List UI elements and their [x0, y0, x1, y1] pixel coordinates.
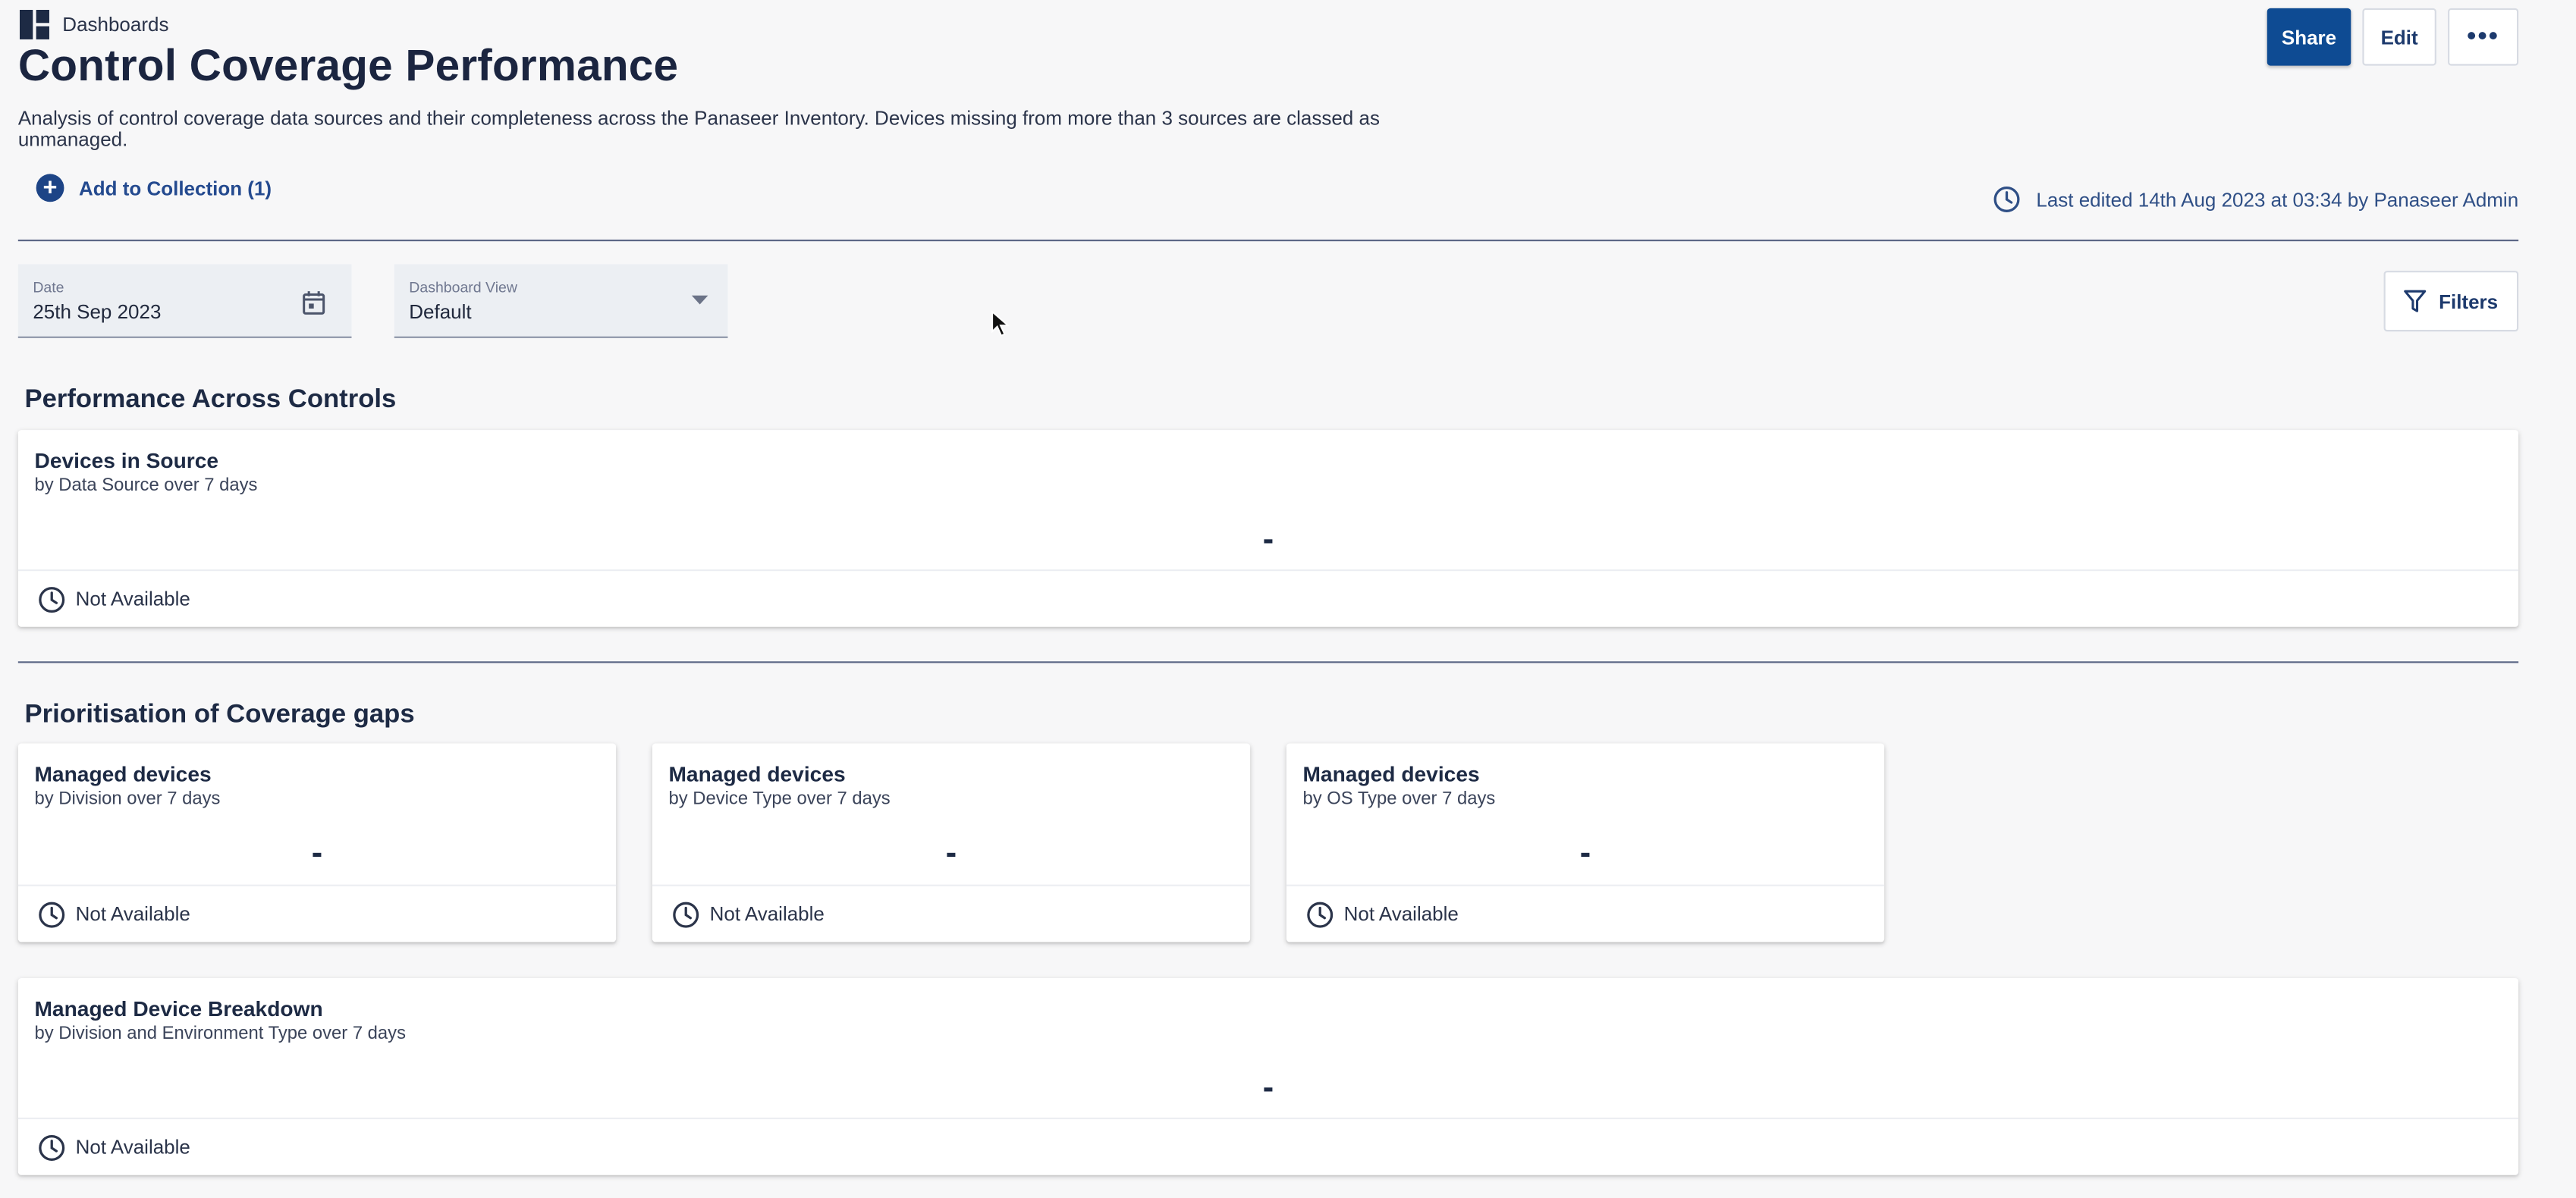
widget-subtitle: by Data Source over 7 days — [34, 475, 258, 496]
share-button[interactable]: Share — [2267, 8, 2351, 66]
filters-button[interactable]: Filters — [2383, 271, 2519, 332]
section-divider — [17, 661, 2519, 663]
widget-subtitle: by Device Type over 7 days — [668, 789, 891, 810]
clock-icon — [1307, 901, 1334, 927]
widget-title: Managed Device Breakdown — [34, 996, 323, 1021]
page-description: Analysis of control coverage data source… — [17, 106, 1380, 152]
widget-footer: Not Available — [652, 884, 1251, 942]
widget-managed-devices-device-type[interactable]: Managed devices by Device Type over 7 da… — [652, 743, 1251, 942]
widget-title: Managed devices — [1302, 761, 1480, 786]
widget-value: - — [1579, 835, 1591, 872]
clock-icon — [1994, 187, 2021, 212]
widget-title: Managed devices — [34, 761, 212, 786]
filters-label: Filters — [2439, 290, 2499, 313]
widget-subtitle: by Division and Environment Type over 7 … — [34, 1024, 407, 1044]
date-field-label: Date — [33, 278, 64, 296]
header-actions: Share Edit ••• — [2267, 8, 2519, 66]
clock-icon — [673, 901, 699, 927]
widget-managed-devices-os-type[interactable]: Managed devices by OS Type over 7 days -… — [1286, 743, 1885, 942]
widget-managed-devices-division[interactable]: Managed devices by Division over 7 days … — [17, 743, 617, 942]
widget-value: - — [945, 835, 957, 872]
calendar-icon[interactable] — [303, 290, 325, 315]
widget-status: Not Available — [75, 587, 190, 611]
page-title: Control Coverage Performance — [17, 41, 679, 91]
dashboard-icon — [19, 9, 49, 39]
widget-title: Managed devices — [668, 761, 846, 786]
clock-icon — [39, 1134, 65, 1160]
widget-value: - — [311, 835, 323, 872]
breadcrumb-label[interactable]: Dashboards — [62, 13, 168, 36]
filter-icon — [2405, 290, 2427, 312]
widget-status: Not Available — [75, 1135, 190, 1159]
add-to-collection-label: Add to Collection (1) — [78, 176, 272, 199]
dashboard-view-label: Dashboard View — [409, 278, 517, 296]
clock-icon — [39, 901, 65, 927]
widget-footer: Not Available — [17, 884, 617, 942]
plus-circle-icon: + — [36, 174, 64, 202]
widget-devices-in-source[interactable]: Devices in Source by Data Source over 7 … — [17, 430, 2519, 627]
widget-value: - — [1262, 522, 1274, 558]
section-title-prioritisation: Prioritisation of Coverage gaps — [24, 701, 415, 729]
widget-subtitle: by Division over 7 days — [34, 789, 221, 810]
widget-footer: Not Available — [1286, 884, 1885, 942]
widget-footer: Not Available — [17, 569, 2519, 627]
dashboard-view-value: Default — [409, 300, 472, 324]
edit-button[interactable]: Edit — [2362, 8, 2436, 66]
widget-title: Devices in Source — [34, 447, 219, 473]
clock-icon — [39, 586, 65, 612]
more-options-button[interactable]: ••• — [2448, 8, 2519, 66]
widget-managed-device-breakdown[interactable]: Managed Device Breakdown by Division and… — [17, 977, 2519, 1175]
widget-value: - — [1262, 1070, 1274, 1106]
last-edited: Last edited 14th Aug 2023 at 03:34 by Pa… — [1993, 186, 2518, 214]
date-field-value: 25th Sep 2023 — [33, 300, 162, 324]
widget-status: Not Available — [709, 902, 825, 926]
date-picker[interactable]: Date 25th Sep 2023 — [17, 264, 352, 338]
section-title-performance: Performance Across Controls — [24, 385, 397, 414]
header-divider — [17, 240, 2519, 242]
widget-subtitle: by OS Type over 7 days — [1302, 789, 1496, 810]
widget-status: Not Available — [1343, 902, 1459, 926]
add-to-collection-button[interactable]: + Add to Collection (1) — [36, 174, 272, 202]
mouse-cursor-icon — [991, 310, 1010, 337]
dashboard-view-select[interactable]: Dashboard View Default — [394, 264, 728, 338]
last-edited-text: Last edited 14th Aug 2023 at 03:34 by Pa… — [2036, 187, 2519, 212]
chevron-down-icon — [691, 295, 708, 305]
widget-footer: Not Available — [17, 1117, 2519, 1175]
breadcrumb[interactable]: Dashboards — [19, 9, 168, 39]
widget-status: Not Available — [75, 902, 190, 926]
